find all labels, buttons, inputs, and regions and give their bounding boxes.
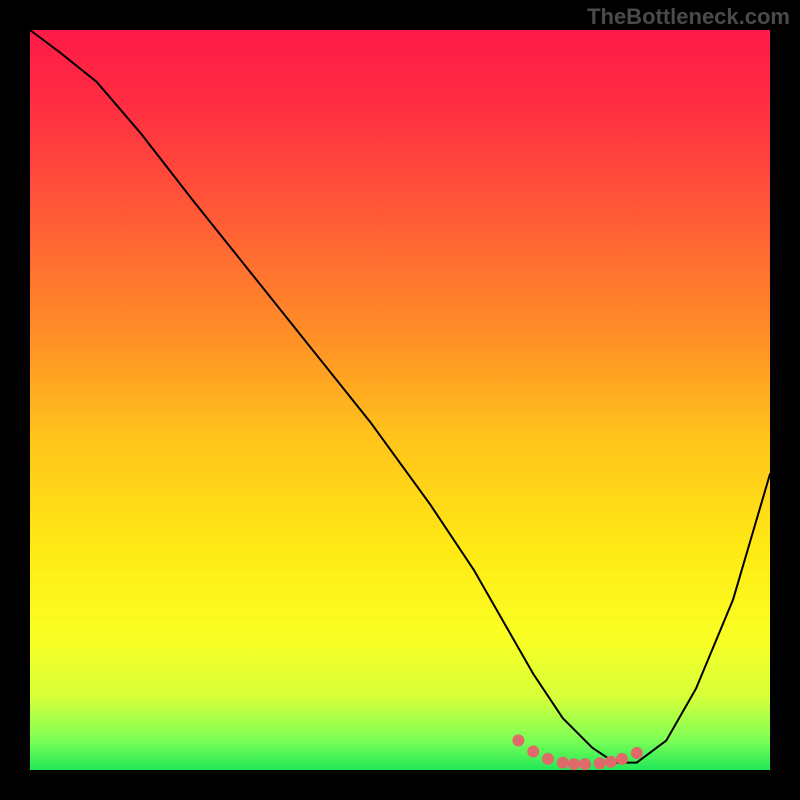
- chart-frame: TheBottleneck.com: [0, 0, 800, 800]
- highlight-marker: [512, 734, 524, 746]
- plot-background: [30, 30, 770, 770]
- highlight-marker: [557, 757, 569, 769]
- watermark-label: TheBottleneck.com: [587, 4, 790, 30]
- highlight-marker: [527, 746, 539, 758]
- highlight-marker: [616, 753, 628, 765]
- highlight-marker: [594, 757, 606, 769]
- highlight-marker: [605, 756, 617, 768]
- bottleneck-chart: [0, 0, 800, 800]
- highlight-marker: [568, 758, 580, 770]
- highlight-marker: [631, 747, 643, 759]
- highlight-marker: [579, 758, 591, 770]
- highlight-marker: [542, 753, 554, 765]
